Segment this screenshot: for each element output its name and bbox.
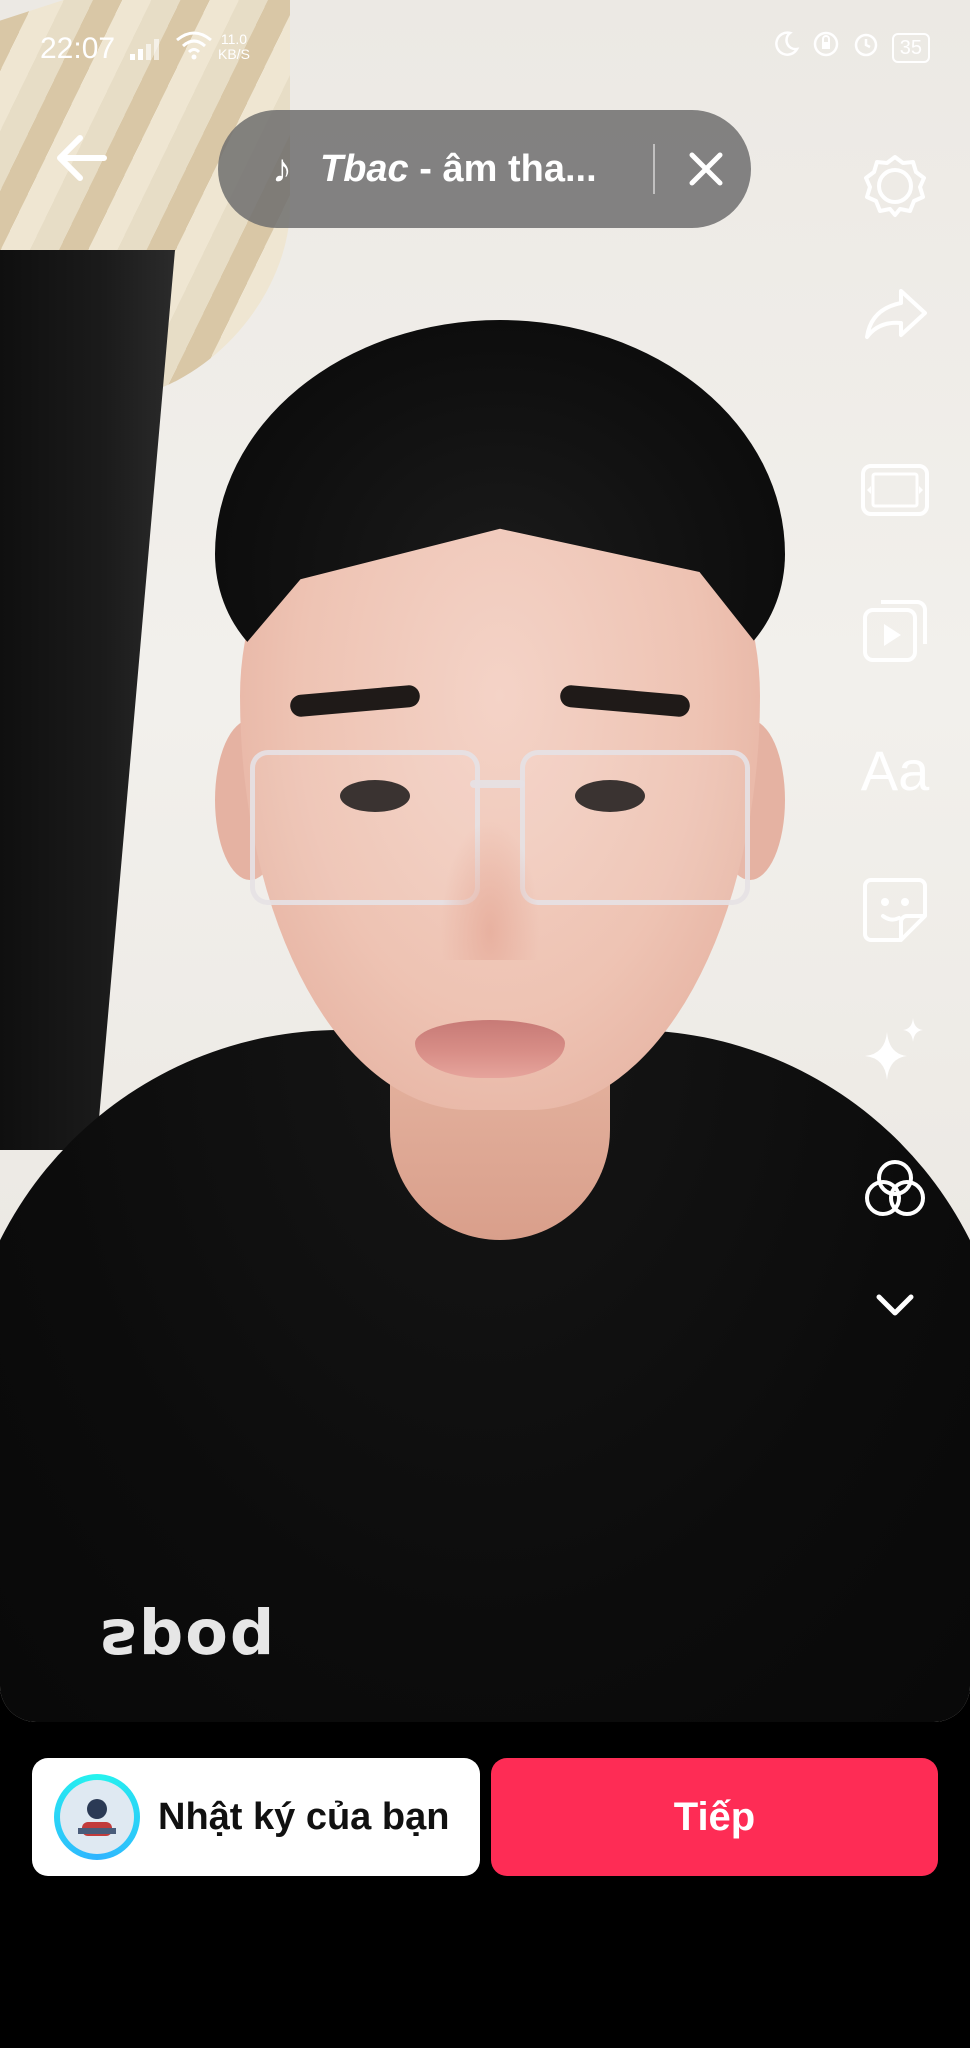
photo-preview: spoq xyxy=(0,0,970,1722)
avatar xyxy=(54,1774,140,1860)
resize-frame-icon xyxy=(861,464,929,516)
remove-sound-button[interactable] xyxy=(676,139,736,199)
settings-icon xyxy=(864,155,926,217)
resize-frame-button[interactable] xyxy=(850,445,940,535)
music-note-icon: ♪ xyxy=(272,146,292,191)
sound-selector[interactable]: ♪ Tbac - âm tha... xyxy=(218,110,751,228)
filters-icon xyxy=(865,1160,925,1216)
share-arrow-icon xyxy=(865,289,927,339)
effects-button[interactable] xyxy=(850,1005,940,1095)
video-template-button[interactable] xyxy=(850,585,940,675)
sticker-button[interactable] xyxy=(850,865,940,955)
battery-indicator: 35 xyxy=(891,33,930,63)
text-icon: Aa xyxy=(860,738,930,802)
text-button[interactable]: Aa xyxy=(850,725,940,815)
your-journal-button[interactable]: Nhật ký của bạn xyxy=(32,1758,480,1876)
effects-sparkle-icon xyxy=(865,1018,923,1080)
close-icon xyxy=(689,152,723,186)
sound-title: Tbac - âm tha... xyxy=(320,147,597,190)
sound-divider xyxy=(653,144,655,194)
back-arrow-icon xyxy=(57,135,107,181)
person-nose xyxy=(440,820,540,960)
user-avatar-icon xyxy=(78,1799,116,1836)
status-time: 22:07 xyxy=(40,32,116,65)
wifi-icon xyxy=(175,30,213,68)
next-button-label: Tiếp xyxy=(673,1794,756,1839)
status-bar: 22:07 11.0 KB/S 35 xyxy=(0,0,970,100)
network-speed: 11.0 KB/S xyxy=(218,31,250,62)
settings-button[interactable] xyxy=(850,140,940,230)
sticker-icon xyxy=(863,878,927,942)
lock-rotation-icon xyxy=(812,30,840,66)
next-button[interactable]: Tiếp xyxy=(491,1758,938,1876)
alarm-icon xyxy=(852,30,880,66)
signal-icon xyxy=(130,36,166,70)
back-button[interactable] xyxy=(52,128,112,188)
your-journal-label: Nhật ký của bạn xyxy=(158,1795,450,1838)
shirt-print-text: spoq xyxy=(100,1605,277,1678)
filters-button[interactable] xyxy=(850,1145,940,1235)
chevron-down-icon xyxy=(876,1294,914,1316)
moon-icon xyxy=(772,30,800,66)
video-template-icon xyxy=(863,600,927,662)
more-tools-button[interactable] xyxy=(850,1260,940,1350)
avatar-image xyxy=(60,1780,134,1854)
background-window-frame xyxy=(0,250,175,1150)
share-button[interactable] xyxy=(850,270,940,360)
